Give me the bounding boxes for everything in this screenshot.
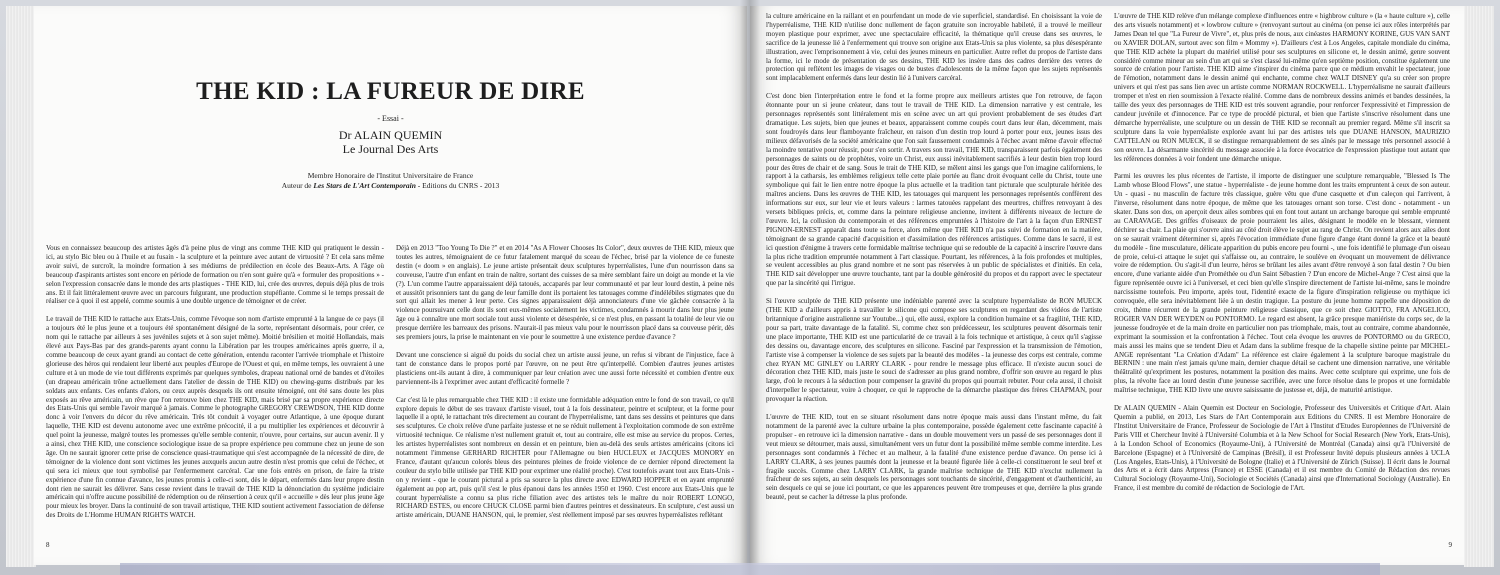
paragraph: Vous en connaissez beaucoup des artistes… (46, 244, 384, 306)
page-number-right: 9 (1448, 541, 1453, 549)
page-number-left: 8 (46, 541, 50, 549)
paragraph: L'œuvre de THE KID, tout en se situant r… (766, 413, 1102, 502)
paragraph: Déjà en 2013 "Too Young To Die ?" et en … (396, 244, 734, 342)
paragraph: la culture américaine en la raillant et … (766, 12, 1102, 83)
article-title: THE KID : LA FUREUR DE DIRE (196, 78, 585, 105)
left-page: THE KID : LA FUREUR DE DIRE - Essai - Dr… (34, 6, 747, 565)
left-column-2: Déjà en 2013 "Too Young To Die ?" et en … (396, 244, 734, 556)
author-book-credit: Auteur de Les Stars de L'Art Contemporai… (34, 181, 747, 190)
essai-label: - Essai - (377, 114, 404, 123)
paragraph: Car c'est là le plus remarquable chez TH… (396, 395, 734, 520)
right-page: la culture américaine en la raillant et … (750, 6, 1464, 565)
left-column-1: Vous en connaissez beaucoup des artistes… (46, 244, 384, 556)
right-page-edges (1464, 6, 1494, 567)
paragraph: Parmi les œuvres les plus récentes de l'… (1114, 172, 1450, 395)
credit-book-title: Les Stars de L'Art Contemporain (313, 181, 416, 190)
credit-prefix: Auteur de (281, 181, 314, 190)
author-institution: Membre Honoraire de l'Institut Universit… (307, 171, 474, 180)
paragraph: C'est donc bien l'interprétation entre l… (766, 92, 1102, 288)
left-page-edges (6, 6, 36, 567)
paragraph: L'œuvre de THE KID relève d'un mélange c… (1114, 12, 1450, 163)
book-spread: THE KID : LA FUREUR DE DIRE - Essai - Dr… (0, 0, 1500, 575)
right-column-2: L'œuvre de THE KID relève d'un mélange c… (1114, 12, 1450, 557)
credit-suffix: - Editions du CNRS - 2013 (415, 181, 500, 190)
book-spine (740, 0, 760, 575)
author-name: Dr ALAIN QUEMIN (338, 128, 443, 142)
paragraph: Devant une conscience si aiguë du poids … (396, 350, 734, 386)
paragraph: Si l'œuvre sculptée de THE KID présente … (766, 297, 1102, 404)
paragraph: Le travail de THE KID le rattache aux Et… (46, 315, 384, 520)
right-column-1: la culture américaine en la raillant et … (766, 12, 1102, 557)
journal-name: Le Journal Des Arts (342, 142, 439, 156)
paragraph: Dr ALAIN QUEMIN - Alain Quemin est Docte… (1114, 404, 1450, 493)
bottom-reflection (120, 563, 1380, 575)
